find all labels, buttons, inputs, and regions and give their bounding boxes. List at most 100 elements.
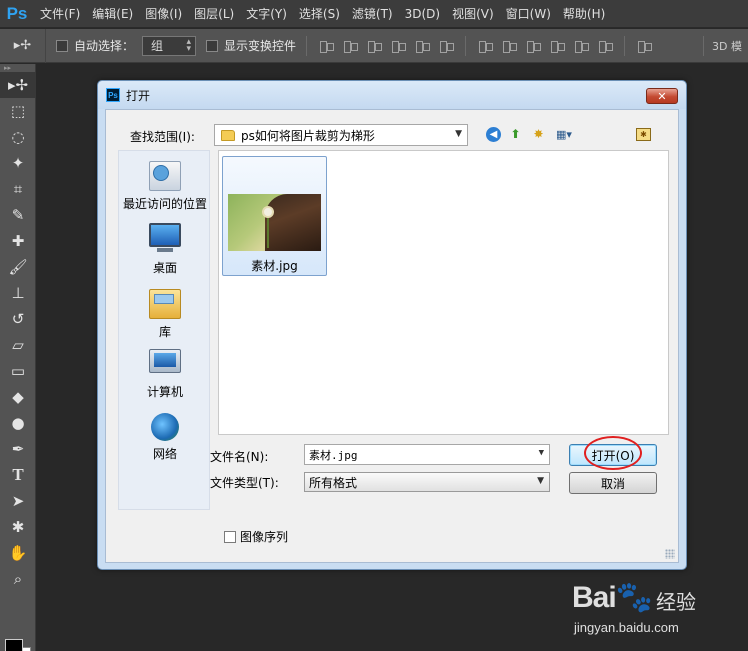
watermark-brand: Bai🐾 — [572, 581, 653, 614]
desktop-icon — [149, 223, 181, 252]
new-folder-icon[interactable]: ✸ — [530, 126, 547, 142]
photoshop-logo: Ps — [6, 3, 28, 23]
menu-file[interactable]: 文件(F) — [34, 5, 86, 22]
menu-bar: Ps 文件(F) 编辑(E) 图像(I) 图层(L) 文字(Y) 选择(S) 滤… — [0, 0, 748, 28]
look-in-dropdown[interactable]: ps如何将图片裁剪为梯形 ▼ — [214, 124, 468, 146]
healing-brush-tool-icon[interactable]: ✚ — [0, 228, 36, 254]
options-bar: ▸✢ 自动选择： 组 ▴ ▾ 显示变换控件 3D 模 — [0, 28, 748, 63]
align-top-icon[interactable] — [317, 38, 335, 54]
type-tool-icon[interactable]: T — [0, 462, 36, 488]
dropdown-arrow-icon[interactable]: ▼ — [539, 448, 544, 458]
menu-3d[interactable]: 3D(D) — [399, 7, 446, 21]
zoom-tool-icon[interactable]: ⌕ — [0, 566, 36, 592]
align-buttons — [317, 38, 455, 54]
dodge-tool-icon[interactable]: ● — [0, 410, 36, 436]
distribute-vcenter-icon[interactable] — [500, 38, 518, 54]
magic-wand-tool-icon[interactable]: ✦ — [0, 150, 36, 176]
separator — [465, 35, 467, 56]
file-item-selected[interactable]: 素材.jpg — [222, 156, 327, 276]
lasso-tool-icon[interactable]: ◌ — [0, 124, 36, 150]
bridge-icon[interactable]: ✱ — [636, 128, 651, 141]
file-list[interactable]: 素材.jpg — [218, 150, 669, 435]
file-name-input[interactable]: 素材.jpg ▼ — [304, 444, 550, 465]
auto-select-checkbox[interactable]: 自动选择： — [56, 37, 134, 54]
close-button[interactable]: ✕ — [646, 88, 678, 104]
auto-select-label: 自动选择： — [74, 39, 135, 53]
move-tool-preset-icon[interactable]: ▸✢ — [0, 28, 46, 63]
place-libraries[interactable]: 库 — [119, 289, 211, 340]
crop-tool-icon[interactable]: ⌗ — [0, 176, 36, 202]
distribute-top-icon[interactable] — [476, 38, 494, 54]
show-transform-box[interactable] — [206, 39, 219, 52]
place-label: 库 — [158, 325, 171, 339]
file-type-dropdown[interactable]: 所有格式 ▼ — [304, 472, 550, 492]
spinner-arrows-icon: ▴ ▾ — [186, 36, 192, 54]
image-thumbnail — [228, 194, 321, 251]
place-label: 桌面 — [152, 261, 177, 275]
show-transform-checkbox[interactable]: 显示变换控件 — [206, 37, 296, 54]
path-selection-tool-icon[interactable]: ➤ — [0, 488, 36, 514]
shape-tool-icon[interactable]: ✱ — [0, 514, 36, 540]
panel-grip[interactable]: ▸▸ — [0, 64, 35, 72]
distribute-left-icon[interactable] — [548, 38, 566, 54]
menu-image[interactable]: 图像(I) — [139, 5, 188, 22]
dialog-titlebar[interactable]: Ps 打开 ✕ — [98, 81, 686, 109]
menu-select[interactable]: 选择(S) — [293, 5, 346, 22]
auto-select-dropdown[interactable]: 组 ▴ ▾ — [142, 35, 197, 56]
separator — [624, 35, 626, 56]
up-folder-icon[interactable]: ⬆ — [507, 126, 524, 142]
view-menu-icon[interactable]: ▦▾ — [553, 126, 575, 142]
resize-grip-icon[interactable] — [665, 549, 675, 559]
folder-icon — [221, 129, 235, 141]
ps-app-icon: Ps — [106, 88, 120, 102]
cancel-button[interactable]: 取消 — [569, 472, 657, 494]
baidu-jingyan-watermark: Bai🐾 经验 jingyan.baidu.com — [570, 576, 748, 651]
align-left-icon[interactable] — [389, 38, 407, 54]
marquee-tool-icon[interactable]: ⬚ — [0, 98, 36, 124]
pen-tool-icon[interactable]: ✒ — [0, 436, 36, 462]
menu-view[interactable]: 视图(V) — [446, 5, 500, 22]
gradient-tool-icon[interactable]: ▭ — [0, 358, 36, 384]
stamp-tool-icon[interactable]: ⊥ — [0, 280, 36, 306]
menu-window[interactable]: 窗口(W) — [500, 5, 557, 22]
distribute-right-icon[interactable] — [596, 38, 614, 54]
distribute-hcenter-icon[interactable] — [572, 38, 590, 54]
menu-layer[interactable]: 图层(L) — [188, 5, 240, 22]
blur-tool-icon[interactable]: ◆ — [0, 384, 36, 410]
place-network[interactable]: 网络 — [119, 413, 211, 462]
image-sequence-box[interactable] — [224, 530, 236, 543]
network-icon — [151, 413, 179, 441]
open-file-dialog: Ps 打开 ✕ 查找范围(I): ps如何将图片裁剪为梯形 ▼ ◀ ⬆ ✸ ▦▾… — [97, 80, 687, 570]
place-label: 计算机 — [146, 385, 183, 399]
auto-align-icon[interactable] — [635, 38, 653, 54]
dialog-title: 打开 — [126, 88, 151, 103]
hand-tool-icon[interactable]: ✋ — [0, 540, 36, 566]
place-computer[interactable]: 计算机 — [119, 349, 211, 400]
auto-select-box[interactable] — [56, 39, 68, 52]
menu-filter[interactable]: 滤镜(T) — [346, 5, 399, 22]
3d-mode-label[interactable]: 3D 模 — [703, 35, 748, 56]
align-bottom-icon[interactable] — [365, 38, 383, 54]
place-desktop[interactable]: 桌面 — [119, 223, 211, 276]
menu-help[interactable]: 帮助(H) — [557, 5, 611, 22]
place-recent[interactable]: 最近访问的位置 — [119, 161, 211, 212]
watermark-brand-cn: 经验 — [656, 590, 696, 614]
brush-tool-icon[interactable]: 🖌 — [0, 254, 36, 280]
back-icon[interactable]: ◀ — [486, 126, 501, 142]
watermark-url: jingyan.baidu.com — [574, 620, 679, 635]
menu-edit[interactable]: 编辑(E) — [86, 5, 139, 22]
align-right-icon[interactable] — [437, 38, 455, 54]
eyedropper-tool-icon[interactable]: ✎ — [0, 202, 36, 228]
history-brush-tool-icon[interactable]: ↺ — [0, 306, 36, 332]
menu-type[interactable]: 文字(Y) — [240, 5, 293, 22]
move-tool-icon[interactable]: ▸✢ — [0, 72, 36, 98]
highlight-circle — [584, 436, 642, 470]
separator — [306, 35, 308, 56]
align-vcenter-icon[interactable] — [341, 38, 359, 54]
foreground-color-swatch[interactable] — [5, 639, 23, 651]
distribute-bottom-icon[interactable] — [524, 38, 542, 54]
eraser-tool-icon[interactable]: ▱ — [0, 332, 36, 358]
align-hcenter-icon[interactable] — [413, 38, 431, 54]
distribute-buttons — [476, 38, 614, 54]
image-sequence-checkbox[interactable]: 图像序列 — [224, 528, 288, 545]
